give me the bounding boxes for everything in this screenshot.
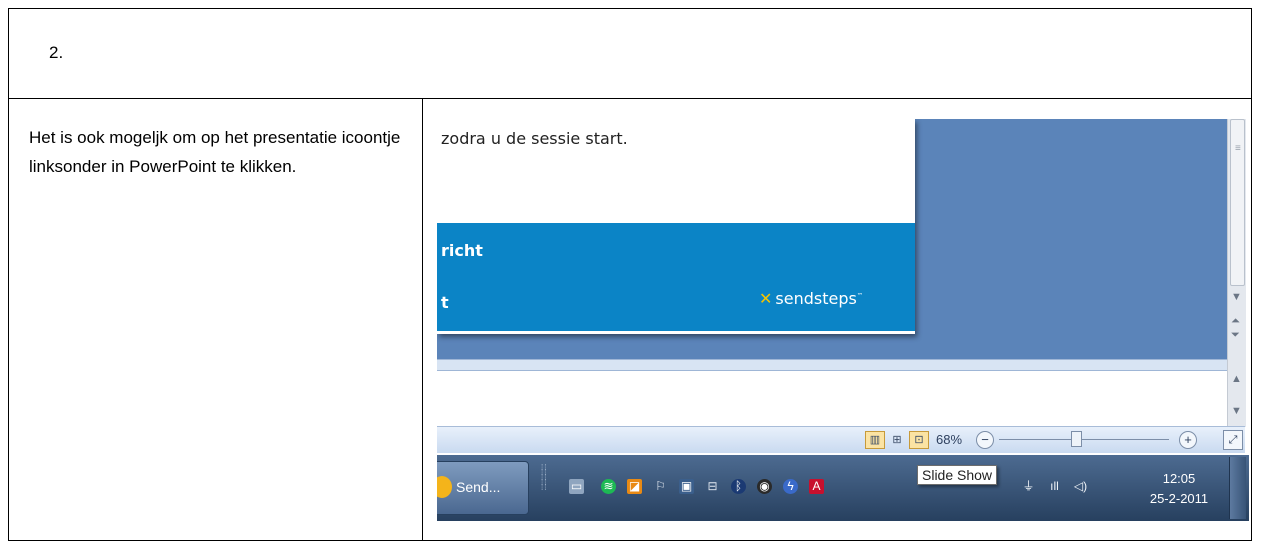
header-row: 2. [9, 9, 1251, 99]
text-fragment: ˇ [747, 119, 751, 129]
clock-time: 12:05 [1162, 471, 1196, 486]
zoom-level[interactable]: 68% [936, 432, 962, 447]
next-slide-icon[interactable]: ⏷ [1231, 329, 1240, 342]
camera-icon[interactable]: ◉ [757, 479, 772, 494]
zoom-slider[interactable] [999, 439, 1169, 440]
toolbar-grip[interactable]: ⁞⁞ ⁞⁞ ⁞⁞ ⁞⁞ ⁞⁞ [541, 464, 549, 511]
spotify-icon[interactable]: ≋ [601, 479, 616, 494]
sendsteps-logo-icon: ✕ [759, 289, 773, 308]
clock-date: 25-2-2011 [1149, 491, 1209, 506]
slide-workspace: ˇ zodra u de sessie start. richt t ✕ send… [437, 119, 1227, 359]
step-number: 2. [49, 43, 64, 62]
grip-icon: ≡ [1235, 143, 1241, 154]
notes-scroll-up-icon[interactable]: ▲ [1231, 373, 1242, 385]
vertical-scrollbar[interactable]: ≡ ▼ ⏶ ⏷ ▲ ▼ [1227, 119, 1246, 427]
slide-show-icon[interactable]: ⊡ [909, 431, 929, 449]
powerpoint-screenshot: ˇ zodra u de sessie start. richt t ✕ send… [437, 119, 1249, 521]
signal-strength-icon[interactable]: ıll [1047, 479, 1062, 494]
zoom-out-button[interactable]: − [976, 431, 994, 449]
app-tray-icon[interactable]: ◪ [627, 479, 642, 494]
notes-scroll-down-icon[interactable]: ▼ [1231, 405, 1242, 417]
slide-band: richt t ✕ sendsteps™ [437, 223, 915, 331]
taskbar-app-button[interactable]: Send... [437, 461, 529, 515]
normal-view-icon[interactable]: ▥ [865, 431, 885, 449]
flag-icon[interactable]: ⚐ [653, 479, 668, 494]
status-bar: ▥ ⊞ ⊡ 68% − + ⤢ [437, 426, 1245, 453]
logo-text: sendsteps [775, 289, 857, 308]
instruction-text: Het is ook mogeljk om op het presentatie… [29, 128, 401, 176]
slide-canvas[interactable]: ˇ zodra u de sessie start. richt t ✕ send… [437, 119, 915, 334]
slide-text: zodra u de sessie start. [441, 129, 628, 148]
network-plug-icon[interactable]: ⏚ [1021, 479, 1036, 494]
instruction-cell: Het is ook mogeljk om op het presentatie… [9, 99, 423, 540]
windows-taskbar: Send... ⁞⁞ ⁞⁞ ⁞⁞ ⁞⁞ ⁞⁞ ▭ ≋ ◪ ⚐ ▣ ⊟ ᛒ ◉ ϟ A S… [437, 455, 1249, 521]
notes-pane-divider[interactable] [437, 359, 1227, 371]
monitor-icon[interactable]: ⊟ [705, 479, 720, 494]
slide-sorter-icon[interactable]: ⊞ [887, 431, 907, 449]
volume-icon[interactable]: ◁) [1073, 479, 1088, 494]
keyboard-icon[interactable]: ▭ [569, 479, 584, 494]
bluetooth-icon[interactable]: ᛒ [731, 479, 746, 494]
band-text-1: richt [441, 241, 483, 260]
slide-show-tooltip: Slide Show [917, 465, 998, 485]
scroll-down-icon[interactable]: ▼ [1231, 291, 1242, 303]
system-clock[interactable]: 12:05 25-2-2011 [1137, 469, 1221, 509]
scrollbar-thumb[interactable]: ≡ [1230, 119, 1245, 286]
adobe-icon[interactable]: A [809, 479, 824, 494]
display-icon[interactable]: ▣ [679, 479, 694, 494]
fit-to-window-icon[interactable]: ⤢ [1223, 430, 1243, 450]
app-icon [437, 476, 452, 498]
show-desktop-button[interactable] [1229, 457, 1246, 519]
previous-slide-icon[interactable]: ⏶ [1231, 315, 1240, 328]
zoom-in-button[interactable]: + [1179, 431, 1197, 449]
band-text-2: t [441, 293, 449, 312]
power-icon[interactable]: ϟ [783, 479, 798, 494]
zoom-slider-thumb[interactable] [1071, 431, 1082, 447]
taskbar-app-label: Send... [456, 479, 501, 495]
sendsteps-logo: ✕ sendsteps™ [759, 289, 863, 308]
